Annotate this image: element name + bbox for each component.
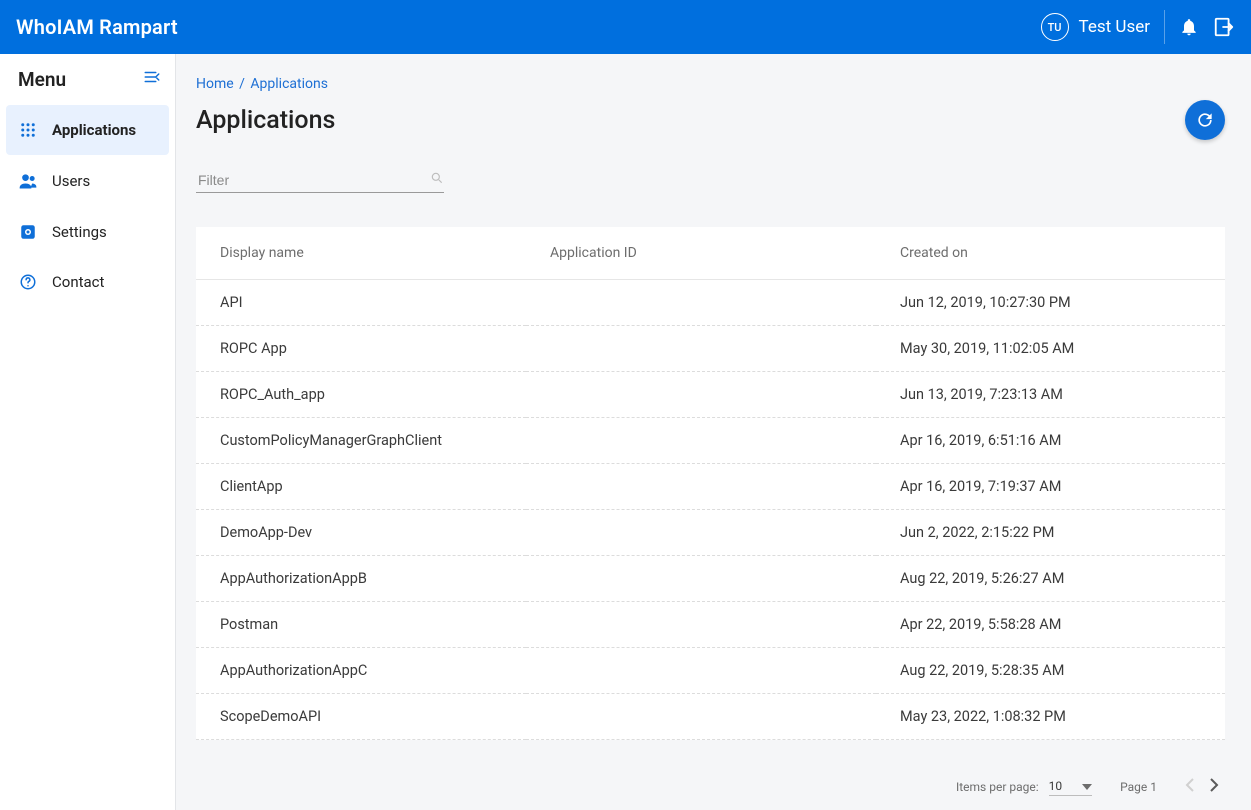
people-icon bbox=[18, 171, 38, 191]
cell-application-id bbox=[526, 372, 876, 418]
table-row[interactable]: ROPC_Auth_app Jun 13, 2019, 7:23:13 AM bbox=[196, 372, 1225, 418]
table-row[interactable]: AppAuthorizationAppB Aug 22, 2019, 5:26:2… bbox=[196, 556, 1225, 602]
cell-created-on: May 23, 2022, 1:08:32 PM bbox=[876, 694, 1225, 740]
paginator: Items per page: 10 Page 1 bbox=[196, 757, 1225, 800]
cell-application-id bbox=[526, 648, 876, 694]
column-display-name[interactable]: Display name bbox=[196, 227, 526, 280]
cell-display-name: CustomPolicyManagerGraphClient bbox=[196, 418, 526, 464]
sidebar-item-label: Applications bbox=[52, 121, 136, 139]
user-name: Test User bbox=[1079, 17, 1150, 37]
cell-application-id bbox=[526, 556, 876, 602]
cell-display-name: API bbox=[196, 280, 526, 326]
sidebar-item-users[interactable]: Users bbox=[0, 155, 175, 207]
breadcrumb-home[interactable]: Home bbox=[196, 76, 234, 92]
table-row[interactable]: CustomPolicyManagerGraphClient Apr 16, 20… bbox=[196, 418, 1225, 464]
table-row[interactable]: Postman Apr 22, 2019, 5:58:28 AM bbox=[196, 602, 1225, 648]
user-chip[interactable]: TU Test User bbox=[1041, 10, 1165, 44]
avatar: TU bbox=[1041, 13, 1069, 41]
table-row[interactable]: AppAuthorizationAppC Aug 22, 2019, 5:28:3… bbox=[196, 648, 1225, 694]
filter-field[interactable] bbox=[196, 168, 444, 193]
help-icon bbox=[18, 273, 38, 291]
cell-display-name: DemoApp-Dev bbox=[196, 510, 526, 556]
sidebar-item-label: Contact bbox=[52, 273, 104, 291]
notifications-icon[interactable] bbox=[1179, 17, 1199, 37]
cell-application-id bbox=[526, 602, 876, 648]
page-title: Applications bbox=[196, 106, 335, 135]
cell-created-on: May 30, 2019, 11:02:05 AM bbox=[876, 326, 1225, 372]
table-row[interactable]: ScopeDemoAPI May 23, 2022, 1:08:32 PM bbox=[196, 694, 1225, 740]
main-content: Home / Applications Applications Display… bbox=[176, 54, 1251, 810]
collapse-menu-icon[interactable] bbox=[143, 68, 161, 91]
cell-display-name: ScopeDemoAPI bbox=[196, 694, 526, 740]
cell-created-on: Jun 12, 2019, 10:27:30 PM bbox=[876, 280, 1225, 326]
cell-created-on: Aug 22, 2019, 5:28:35 AM bbox=[876, 648, 1225, 694]
sidebar-header: Menu bbox=[0, 68, 175, 105]
sidebar-item-label: Users bbox=[52, 172, 90, 190]
column-created-on[interactable]: Created on bbox=[876, 227, 1225, 280]
cell-created-on: Jun 13, 2019, 7:23:13 AM bbox=[876, 372, 1225, 418]
cell-application-id bbox=[526, 280, 876, 326]
sidebar-title: Menu bbox=[18, 68, 66, 91]
items-per-page-select[interactable]: 10 bbox=[1049, 777, 1093, 796]
sidebar: Menu Applications Users Settings Contact bbox=[0, 54, 176, 810]
applications-table: Display name Application ID Created on A… bbox=[196, 227, 1225, 740]
cell-display-name: AppAuthorizationAppC bbox=[196, 648, 526, 694]
settings-icon bbox=[18, 223, 38, 241]
brand-title: WhoIAM Rampart bbox=[16, 15, 1041, 39]
refresh-button[interactable] bbox=[1185, 100, 1225, 140]
cell-created-on: Apr 22, 2019, 5:58:28 AM bbox=[876, 602, 1225, 648]
cell-application-id bbox=[526, 418, 876, 464]
breadcrumb-separator: / bbox=[239, 76, 248, 92]
sidebar-item-contact[interactable]: Contact bbox=[0, 257, 175, 307]
cell-application-id bbox=[526, 510, 876, 556]
filter-input[interactable] bbox=[196, 168, 430, 192]
page-label: Page 1 bbox=[1120, 780, 1157, 794]
cell-display-name: AppAuthorizationAppB bbox=[196, 556, 526, 602]
cell-display-name: ROPC App bbox=[196, 326, 526, 372]
topbar: WhoIAM Rampart TU Test User bbox=[0, 0, 1251, 54]
cell-display-name: ClientApp bbox=[196, 464, 526, 510]
search-icon bbox=[430, 171, 444, 189]
cell-display-name: ROPC_Auth_app bbox=[196, 372, 526, 418]
table-row[interactable]: ROPC App May 30, 2019, 11:02:05 AM bbox=[196, 326, 1225, 372]
topbar-right: TU Test User bbox=[1041, 10, 1235, 44]
table-row[interactable]: ClientApp Apr 16, 2019, 7:19:37 AM bbox=[196, 464, 1225, 510]
items-per-page-label: Items per page: bbox=[956, 780, 1039, 794]
prev-page-button[interactable] bbox=[1185, 777, 1195, 796]
cell-created-on: Aug 22, 2019, 5:26:27 AM bbox=[876, 556, 1225, 602]
chevron-down-icon bbox=[1082, 779, 1092, 793]
sidebar-item-label: Settings bbox=[52, 223, 107, 241]
table-row[interactable]: API Jun 12, 2019, 10:27:30 PM bbox=[196, 280, 1225, 326]
column-application-id[interactable]: Application ID bbox=[526, 227, 876, 280]
breadcrumb: Home / Applications bbox=[196, 76, 1225, 92]
sidebar-item-applications[interactable]: Applications bbox=[6, 105, 169, 155]
cell-application-id bbox=[526, 694, 876, 740]
cell-created-on: Apr 16, 2019, 6:51:16 AM bbox=[876, 418, 1225, 464]
next-page-button[interactable] bbox=[1209, 777, 1219, 796]
sidebar-item-settings[interactable]: Settings bbox=[0, 207, 175, 257]
cell-application-id bbox=[526, 326, 876, 372]
items-per-page-value: 10 bbox=[1049, 779, 1063, 793]
apps-icon bbox=[18, 121, 38, 139]
cell-display-name: Postman bbox=[196, 602, 526, 648]
logout-icon[interactable] bbox=[1213, 16, 1235, 38]
cell-created-on: Apr 16, 2019, 7:19:37 AM bbox=[876, 464, 1225, 510]
breadcrumb-current[interactable]: Applications bbox=[250, 76, 328, 92]
cell-created-on: Jun 2, 2022, 2:15:22 PM bbox=[876, 510, 1225, 556]
table-row[interactable]: DemoApp-Dev Jun 2, 2022, 2:15:22 PM bbox=[196, 510, 1225, 556]
cell-application-id bbox=[526, 464, 876, 510]
